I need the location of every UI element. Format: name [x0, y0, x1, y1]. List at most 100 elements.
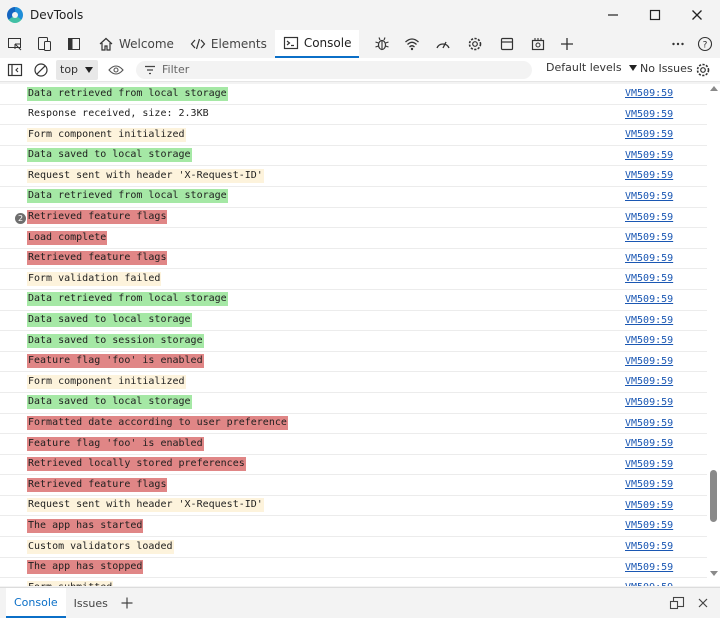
console-scrollbar[interactable]: [707, 84, 720, 586]
console-message-row[interactable]: Data saved to session storage VM509:59: [0, 331, 708, 352]
device-toolbar-button[interactable]: [30, 30, 58, 58]
drawer-dock-button[interactable]: [666, 588, 688, 618]
drawer-close-button[interactable]: [692, 588, 714, 618]
source-link[interactable]: VM509:59: [625, 417, 673, 431]
console-message-row[interactable]: Form component initialized VM509:59: [0, 372, 708, 393]
console-message-row[interactable]: Request sent with header 'X-Request-ID' V…: [0, 496, 708, 517]
console-message-row[interactable]: Load complete VM509:59: [0, 228, 708, 249]
console-settings-button[interactable]: [694, 58, 712, 82]
console-message-row[interactable]: Feature flag 'foo' is enabled VM509:59: [0, 434, 708, 455]
console-messages: Data retrieved from local storage VM509:5…: [0, 84, 708, 586]
gauge-icon: [436, 41, 451, 49]
source-link[interactable]: VM509:59: [625, 149, 673, 163]
close-button[interactable]: [674, 0, 720, 30]
source-link[interactable]: VM509:59: [625, 231, 673, 245]
console-message-row[interactable]: Response received, size: 2.3KB VM509:59: [0, 105, 708, 126]
application-tool-button[interactable]: [491, 30, 523, 58]
source-link[interactable]: VM509:59: [625, 190, 673, 204]
source-link[interactable]: VM509:59: [625, 478, 673, 492]
source-link[interactable]: VM509:59: [625, 458, 673, 472]
clear-console-button[interactable]: [30, 58, 52, 82]
scroll-down-icon[interactable]: [710, 571, 718, 576]
log-levels-dropdown[interactable]: Default levels: [546, 61, 638, 74]
console-message-row[interactable]: Feature flag 'foo' is enabled VM509:59: [0, 352, 708, 373]
console-message-row[interactable]: Form submitted VM509:59: [0, 578, 708, 586]
console-message-row[interactable]: Custom validators loaded VM509:59: [0, 537, 708, 558]
source-link[interactable]: VM509:59: [625, 375, 673, 389]
source-link[interactable]: VM509:59: [625, 211, 673, 225]
source-link[interactable]: VM509:59: [625, 314, 673, 328]
network-tool-button[interactable]: [397, 30, 427, 58]
customize-menu-button[interactable]: [665, 30, 691, 58]
tab-welcome[interactable]: Welcome: [90, 30, 182, 58]
console-message-row[interactable]: Form validation failed VM509:59: [0, 269, 708, 290]
tab-elements[interactable]: Elements: [182, 30, 275, 58]
drawer-tab-console[interactable]: Console: [6, 588, 66, 618]
plus-icon: [121, 597, 133, 609]
source-link[interactable]: VM509:59: [625, 561, 673, 575]
live-expression-button[interactable]: [104, 58, 128, 82]
console-message-row[interactable]: Request sent with header 'X-Request-ID' V…: [0, 166, 708, 187]
source-link[interactable]: VM509:59: [625, 169, 673, 183]
source-link[interactable]: VM509:59: [625, 355, 673, 369]
filter-input[interactable]: [162, 63, 523, 76]
console-message-text: Retrieved locally stored preferences: [27, 457, 246, 472]
tab-elements-label: Elements: [210, 37, 267, 51]
console-message-row[interactable]: Retrieved locally stored preferences VM50…: [0, 455, 708, 476]
console-message-row[interactable]: Retrieved feature flags VM509:59: [0, 249, 708, 270]
source-link[interactable]: VM509:59: [625, 581, 673, 586]
console-message-row[interactable]: Formatted date according to user prefere…: [0, 414, 708, 435]
drawer-tab-issues[interactable]: Issues: [66, 588, 116, 618]
tab-welcome-label: Welcome: [119, 37, 174, 51]
console-message-row[interactable]: The app has stopped VM509:59: [0, 558, 708, 579]
console-message-row[interactable]: 2 Retrieved feature flags VM509:59: [0, 208, 708, 229]
source-link[interactable]: VM509:59: [625, 396, 673, 410]
source-link[interactable]: VM509:59: [625, 334, 673, 348]
issues-counter[interactable]: No Issues: [640, 62, 693, 75]
console-message-row[interactable]: Data saved to local storage VM509:59: [0, 393, 708, 414]
more-tools-button[interactable]: [553, 30, 581, 58]
console-message-text: Feature flag 'foo' is enabled: [27, 354, 204, 369]
console-message-row[interactable]: The app has started VM509:59: [0, 516, 708, 538]
drawer-tab-console-label: Console: [14, 595, 58, 609]
console-message-row[interactable]: Retrieved feature flags VM509:59: [0, 475, 708, 496]
performance-tool-button[interactable]: [427, 30, 459, 58]
source-link[interactable]: VM509:59: [625, 128, 673, 142]
source-link[interactable]: VM509:59: [625, 437, 673, 451]
drawer-add-tab-button[interactable]: [116, 588, 138, 618]
source-link[interactable]: VM509:59: [625, 87, 673, 101]
source-link[interactable]: VM509:59: [625, 272, 673, 286]
console-message-row[interactable]: Data retrieved from local storage VM509:5…: [0, 84, 708, 105]
sources-tool-button[interactable]: [367, 30, 397, 58]
source-link[interactable]: VM509:59: [625, 252, 673, 266]
console-toolbar: top Default levels No Issues: [0, 58, 720, 82]
context-select[interactable]: top: [56, 59, 99, 80]
panel-layout-icon: [68, 38, 80, 50]
device-emulation-button[interactable]: [0, 30, 30, 58]
source-link[interactable]: VM509:59: [625, 108, 673, 122]
console-message-row[interactable]: Data retrieved from local storage VM509:5…: [0, 187, 708, 208]
console-message-row[interactable]: Data saved to local storage VM509:59: [0, 146, 708, 167]
dock-side-button[interactable]: [58, 30, 90, 58]
console-message-row[interactable]: Form component initialized VM509:59: [0, 125, 708, 146]
memory-tool-button[interactable]: [523, 30, 553, 58]
minimize-button[interactable]: [590, 0, 636, 30]
filter-icon: [145, 65, 156, 74]
clear-icon: [34, 62, 48, 77]
console-message-text: Form component initialized: [27, 374, 186, 389]
console-message-row[interactable]: Data retrieved from local storage VM509:5…: [0, 290, 708, 311]
scrollbar-thumb[interactable]: [710, 470, 717, 522]
source-link[interactable]: VM509:59: [625, 540, 673, 554]
scroll-up-icon[interactable]: [710, 86, 718, 91]
source-link[interactable]: VM509:59: [625, 293, 673, 307]
settings-tool-button[interactable]: [459, 30, 491, 58]
console-message-row[interactable]: Data saved to local storage VM509:59: [0, 311, 708, 332]
toggle-sidebar-button[interactable]: [0, 58, 30, 82]
console-message-text: Data retrieved from local storage: [27, 189, 228, 204]
tab-console[interactable]: Console: [274, 30, 360, 58]
device-toolbar-icon: [38, 37, 51, 51]
help-button[interactable]: ?: [692, 30, 718, 58]
source-link[interactable]: VM509:59: [625, 519, 673, 533]
maximize-button[interactable]: [632, 0, 678, 30]
source-link[interactable]: VM509:59: [625, 499, 673, 513]
